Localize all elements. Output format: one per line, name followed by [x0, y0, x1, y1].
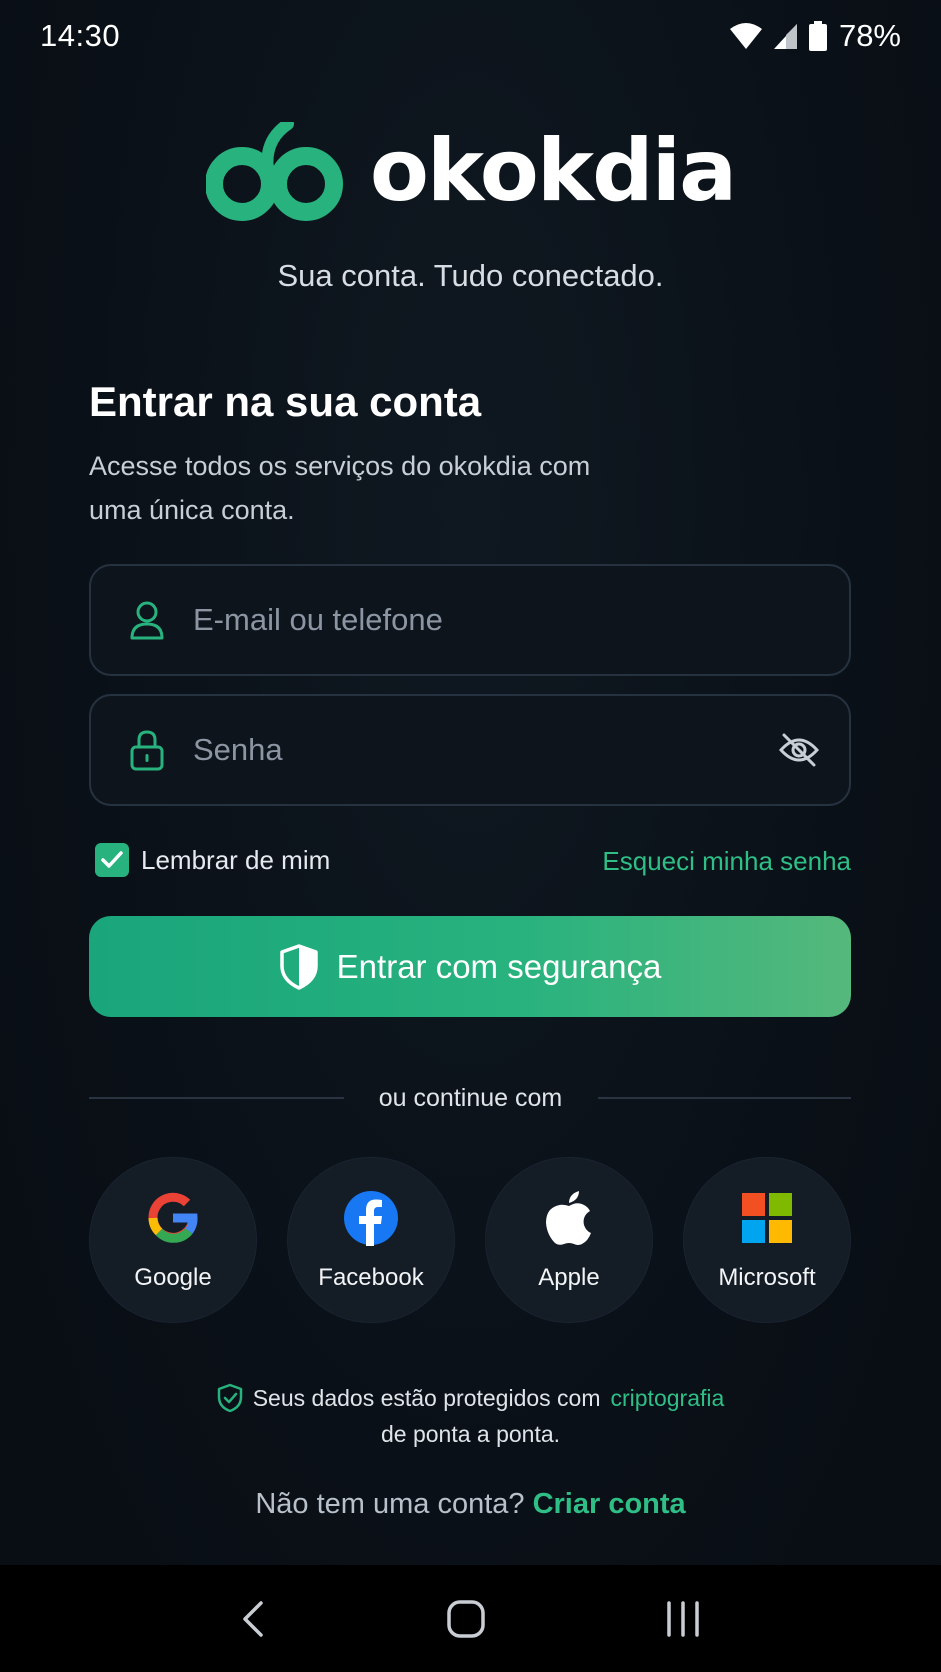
google-icon	[145, 1190, 201, 1246]
email-field[interactable]	[89, 564, 851, 676]
recent-apps-icon[interactable]	[663, 1599, 703, 1639]
email-input[interactable]	[193, 602, 753, 638]
battery-icon	[808, 21, 827, 51]
battery-percent: 78%	[838, 18, 901, 53]
social-divider-label: ou continue com	[378, 1084, 563, 1112]
apple-label: Apple	[538, 1264, 600, 1291]
microsoft-label: Microsoft	[718, 1264, 816, 1291]
back-icon[interactable]	[239, 1599, 269, 1639]
apple-button[interactable]: Apple	[485, 1157, 653, 1323]
cellular-signal-icon	[773, 24, 797, 49]
forgot-password-link[interactable]: Esqueci minha senha	[602, 846, 851, 877]
shield-check-icon	[217, 1383, 242, 1413]
microsoft-icon	[742, 1190, 792, 1246]
apple-icon	[544, 1190, 594, 1246]
eye-off-icon[interactable]	[778, 732, 820, 773]
google-button[interactable]: Google	[89, 1157, 257, 1323]
facebook-label: Facebook	[318, 1264, 424, 1291]
remember-me[interactable]: Lembrar de mim	[95, 843, 330, 877]
login-button-label: Entrar com segurança	[336, 947, 662, 985]
form-title: Entrar na sua conta	[89, 378, 482, 425]
microsoft-button[interactable]: Microsoft	[683, 1157, 851, 1323]
brand-tagline: Sua conta. Tudo conectado.	[277, 258, 664, 293]
brand-name: okokdia	[369, 121, 737, 221]
check-icon	[101, 851, 123, 868]
security-note-highlight: criptografia	[610, 1385, 725, 1411]
remember-checkbox[interactable]	[95, 843, 129, 877]
system-navigation-bar	[0, 1565, 941, 1672]
home-icon[interactable]	[446, 1599, 486, 1639]
security-note-suffix: de ponta a ponta.	[380, 1421, 561, 1447]
shield-icon	[279, 943, 318, 990]
remember-label: Lembrar de mim	[141, 844, 331, 875]
wifi-icon	[729, 23, 762, 49]
brand-logo: okokdia	[0, 122, 941, 228]
password-field[interactable]	[89, 694, 851, 806]
status-bar: 14:30 78%	[0, 0, 941, 72]
user-icon	[127, 600, 167, 640]
facebook-button[interactable]: Facebook	[287, 1157, 455, 1323]
password-input[interactable]	[193, 732, 753, 768]
signup-line: Não tem uma conta? Criar conta	[0, 1488, 941, 1521]
facebook-icon	[343, 1190, 399, 1246]
status-time: 14:30	[40, 18, 121, 53]
google-label: Google	[134, 1264, 212, 1291]
signup-prompt: Não tem uma conta?	[255, 1488, 525, 1520]
form-subtitle: Acesse todos os serviços do okokdia com …	[89, 451, 591, 525]
okokdia-logo-icon	[205, 122, 343, 221]
security-note-prefix: Seus dados estão protegidos com	[252, 1385, 601, 1411]
create-account-link[interactable]: Criar conta	[533, 1488, 686, 1520]
lock-icon	[127, 729, 167, 771]
status-icons: 78%	[729, 18, 901, 54]
security-note: Seus dados estão protegidos com criptogr…	[0, 1380, 941, 1452]
login-button[interactable]: Entrar com segurança	[89, 916, 851, 1017]
